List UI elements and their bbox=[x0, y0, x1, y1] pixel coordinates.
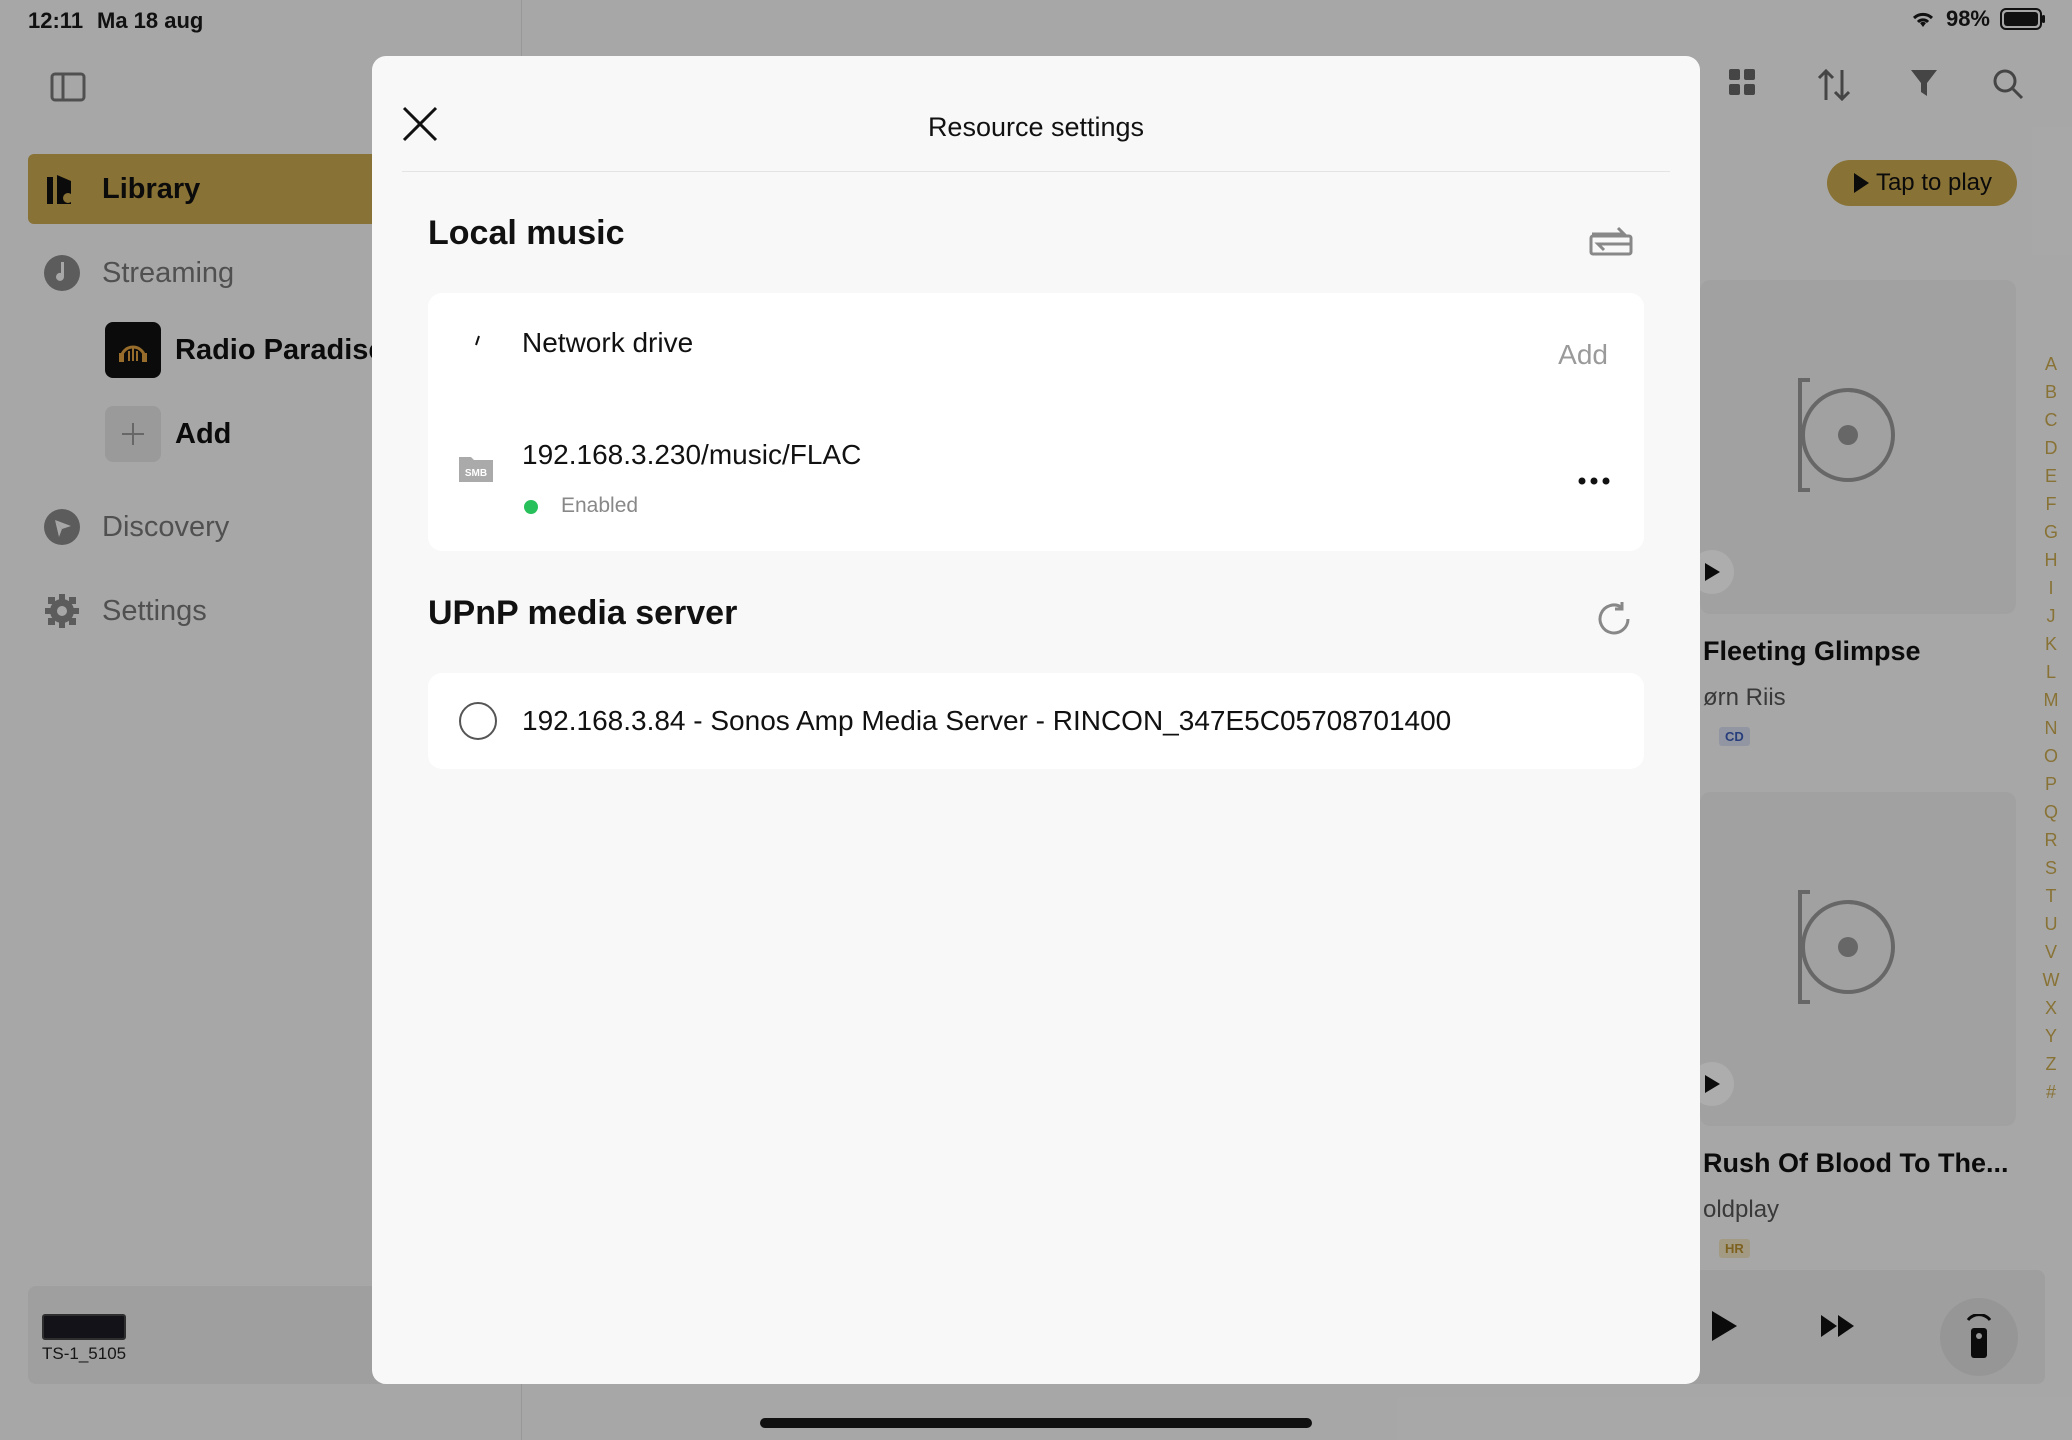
spinner-icon bbox=[475, 335, 480, 346]
upnp-server-label[interactable]: 192.168.3.84 - Sonos Amp Media Server - … bbox=[522, 705, 1451, 737]
modal-header: Resource settings bbox=[372, 56, 1700, 172]
local-music-title: Local music bbox=[428, 214, 625, 252]
scan-library-icon[interactable] bbox=[1588, 216, 1634, 262]
add-network-drive-button[interactable]: Add bbox=[1558, 339, 1608, 371]
smb-folder-icon: SMB bbox=[459, 457, 493, 482]
smb-label: SMB bbox=[465, 468, 487, 479]
home-indicator[interactable] bbox=[760, 1418, 1312, 1428]
network-drive-label: Network drive bbox=[522, 327, 694, 358]
battery-icon bbox=[2000, 8, 2045, 30]
drive-status: Enabled bbox=[561, 494, 639, 517]
modal-title: Resource settings bbox=[927, 112, 1145, 142]
battery-percent: 98% bbox=[1945, 6, 1990, 31]
upnp-server-list: 192.168.3.84 - Sonos Amp Media Server - … bbox=[428, 673, 1644, 769]
local-music-panel: Network drive Add SMB 192.168.3.230/musi… bbox=[428, 293, 1644, 551]
wifi-icon bbox=[1912, 12, 1933, 27]
resource-settings-modal: Resource settings Local music Network dr… bbox=[372, 56, 1700, 1384]
status-time: 12:11 bbox=[28, 8, 84, 33]
status-date: Ma 18 aug bbox=[97, 8, 204, 33]
upnp-title: UPnP media server bbox=[428, 594, 738, 632]
status-indicator bbox=[524, 500, 538, 514]
server-radio-button[interactable] bbox=[459, 702, 497, 740]
status-right: 98% bbox=[1910, 6, 2046, 32]
refresh-icon[interactable] bbox=[1592, 596, 1638, 642]
drive-path: 192.168.3.230/music/FLAC bbox=[522, 439, 862, 470]
status-bar: 12:11 Ma 18 aug 98% bbox=[0, 0, 2072, 44]
more-options-icon[interactable] bbox=[1574, 471, 1614, 491]
